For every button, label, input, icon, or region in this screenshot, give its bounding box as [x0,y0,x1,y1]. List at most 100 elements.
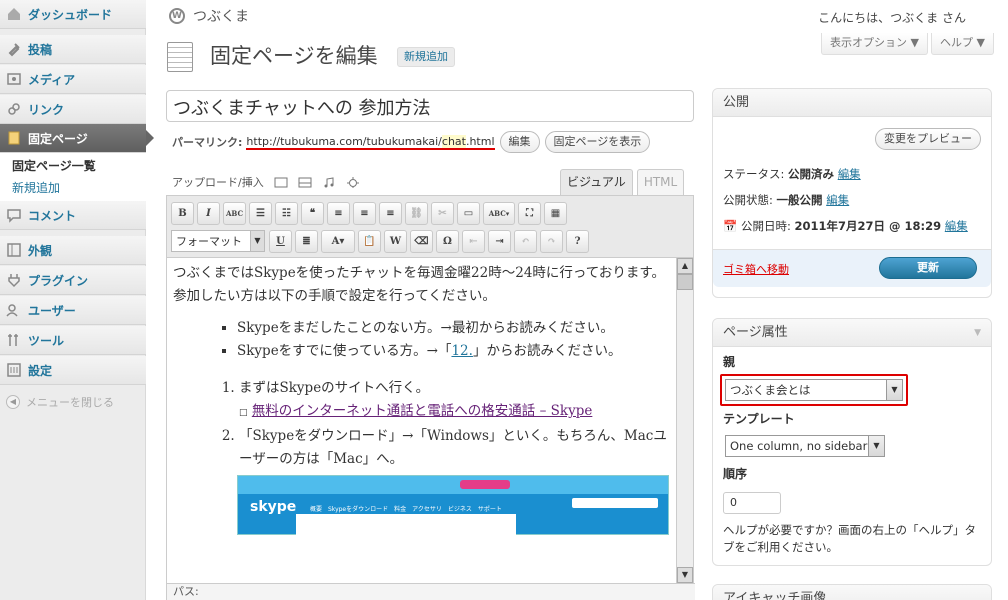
justify-icon[interactable]: ≣ [295,229,318,253]
pin-icon [6,41,22,57]
menu-dashboard[interactable]: ダッシュボード [0,0,146,29]
redo-icon[interactable]: ↷ [540,229,563,253]
menu-order-input[interactable]: 0 [723,492,781,514]
editor-mode-tabs: ビジュアル HTML [556,169,685,195]
add-image-icon[interactable] [274,177,288,188]
content-bullet-list: Skypeをまだしたことのない方。→最初からお読みください。 Skypeをすでに… [237,317,671,363]
page-attributes-header[interactable]: ページ属性 ▼ [713,319,991,347]
menu-label: ユーザー [28,303,76,318]
add-new-page-button[interactable]: 新規追加 [397,47,455,67]
fullscreen-icon[interactable]: ⛶ [518,201,541,225]
visibility-label: 公開状態: [723,193,773,207]
text-color-button[interactable]: A▾ [321,229,355,253]
strikethrough-button[interactable]: ABC [223,201,246,225]
parent-select[interactable]: つぶくま会とは ▼ [725,379,903,401]
blockquote-icon[interactable]: ❝ [301,201,324,225]
menu-tools[interactable]: ツール [0,326,146,355]
editor-content-area[interactable]: つぶくまではSkypeを使ったチャットを毎週金曜22時～24時に行っております。… [167,257,677,583]
skype-link[interactable]: 無料のインターネット通話と電話への格安通話 – Skype [252,403,593,419]
content-paragraph: つぶくまではSkypeを使ったチャットを毎週金曜22時～24時に行っております。 [173,265,665,281]
menu-media[interactable]: メディア [0,65,146,94]
add-media-icon[interactable] [346,176,360,189]
add-video-icon[interactable] [298,177,312,188]
skype-screenshot-image[interactable]: skype 概要 Skypeをダウンロード 料金 アクセサリ ビジネス サポート [237,475,669,536]
template-select[interactable]: One column, no sidebar ▼ [725,435,885,457]
spellcheck-icon[interactable]: ABC▾ [483,201,515,225]
add-audio-icon[interactable] [322,176,336,188]
kitchen-sink-icon[interactable]: ▦ [544,201,567,225]
menu-plugins[interactable]: プラグイン [0,266,146,295]
howdy-user-link[interactable]: こんにちは、つぶくま さん [818,9,966,26]
unlink-icon[interactable]: ✂ [431,201,454,225]
insert-link-icon[interactable]: ⛓ [405,201,428,225]
wordpress-logo-icon: W [169,8,185,24]
settings-icon [6,362,22,378]
bullet-list-icon[interactable]: ☰ [249,201,272,225]
underline-button[interactable]: U [269,229,292,253]
update-button[interactable]: 更新 [879,257,977,279]
edit-pages-icon [167,42,193,72]
undo-icon[interactable]: ↶ [514,229,537,253]
preview-changes-button[interactable]: 変更をプレビュー [875,128,981,150]
menu-users[interactable]: ユーザー [0,296,146,325]
permalink-url[interactable]: http://tubukuma.com/tubukumakai/chat.htm… [246,134,495,150]
align-left-icon[interactable]: ≡ [327,201,350,225]
view-page-button[interactable]: 固定ページを表示 [544,131,651,153]
edit-status-link[interactable]: 編集 [838,167,861,181]
align-right-icon[interactable]: ≡ [379,201,402,225]
skype-panel [296,514,516,536]
menu-links[interactable]: リンク [0,95,146,124]
tab-visual[interactable]: ビジュアル [560,169,633,195]
menu-posts[interactable]: 投稿 [0,35,146,64]
paste-word-icon[interactable]: W [384,229,407,253]
site-name-link[interactable]: W つぶくま [169,6,249,26]
outdent-icon[interactable]: ⇤ [462,229,485,253]
menu-appearance[interactable]: 外観 [0,236,146,265]
italic-button[interactable]: I [197,201,220,225]
content-link[interactable]: 12. [451,343,472,359]
move-to-trash-link[interactable]: ゴミ箱へ移動 [723,261,789,277]
content-paragraph: 参加したい方は以下の手順で設定を行ってください。 [173,288,496,304]
edit-visibility-link[interactable]: 編集 [826,193,849,207]
paste-text-icon[interactable]: 📋 [358,229,381,253]
permalink-edit-button[interactable]: 編集 [499,131,540,153]
indent-icon[interactable]: ⇥ [488,229,511,253]
post-title-input[interactable]: つぶくまチャットへの 参加方法 [166,90,694,122]
more-tag-icon[interactable]: ▭ [457,201,480,225]
special-char-icon[interactable]: Ω [436,229,459,253]
scroll-thumb[interactable] [677,274,693,290]
page-attributes-box: ページ属性 ▼ 親 つぶくま会とは ▼ テンプレート One column, no … [712,318,992,566]
parent-label: 親 [723,355,736,369]
menu-comments[interactable]: コメント [0,201,146,230]
featured-image-title: アイキャッチ画像 [723,591,827,600]
submenu-all-pages[interactable]: 固定ページ一覧 [0,155,146,177]
users-icon [6,302,22,318]
menu-label: プラグイン [28,273,89,288]
submenu-add-new[interactable]: 新規追加 [0,177,146,199]
scroll-down-icon[interactable]: ▼ [677,567,693,583]
eraser-icon[interactable]: ⌫ [410,229,433,253]
screen-options-button[interactable]: 表示オプション ▼ [821,33,928,55]
publish-box-header[interactable]: 公開 [713,89,991,117]
page-attributes-title: ページ属性 [723,325,788,340]
list-item: Skypeをまだしたことのない方。→最初からお読みください。 [237,317,671,340]
help-icon[interactable]: ? [566,229,589,253]
collapse-arrow-icon: ◀ [6,395,20,409]
scroll-up-icon[interactable]: ▲ [677,258,693,274]
bold-button[interactable]: B [171,201,194,225]
permalink-url-ext: .html [465,134,495,148]
publish-actions: ゴミ箱へ移動 更新 [713,249,991,287]
menu-settings[interactable]: 設定 [0,356,146,385]
collapse-menu-button[interactable]: ◀ メニューを閉じる [6,394,114,410]
format-select[interactable]: フォーマット ▼ [171,230,265,252]
featured-image-header[interactable]: アイキャッチ画像 [713,585,991,600]
publish-box: 公開 変更をプレビュー ステータス: 公開済み 編集 公開状態: 一般公開 編集… [712,88,992,298]
edit-date-link[interactable]: 編集 [945,219,968,233]
tab-html[interactable]: HTML [636,169,685,195]
editor-scrollbar[interactable]: ▲ ▼ [676,257,693,583]
collapse-triangle-icon[interactable]: ▼ [974,319,981,347]
align-center-icon[interactable]: ≡ [353,201,376,225]
help-button[interactable]: ヘルプ ▼ [930,33,994,55]
menu-pages[interactable]: 固定ページ [0,124,154,153]
numbered-list-icon[interactable]: ☷ [275,201,298,225]
